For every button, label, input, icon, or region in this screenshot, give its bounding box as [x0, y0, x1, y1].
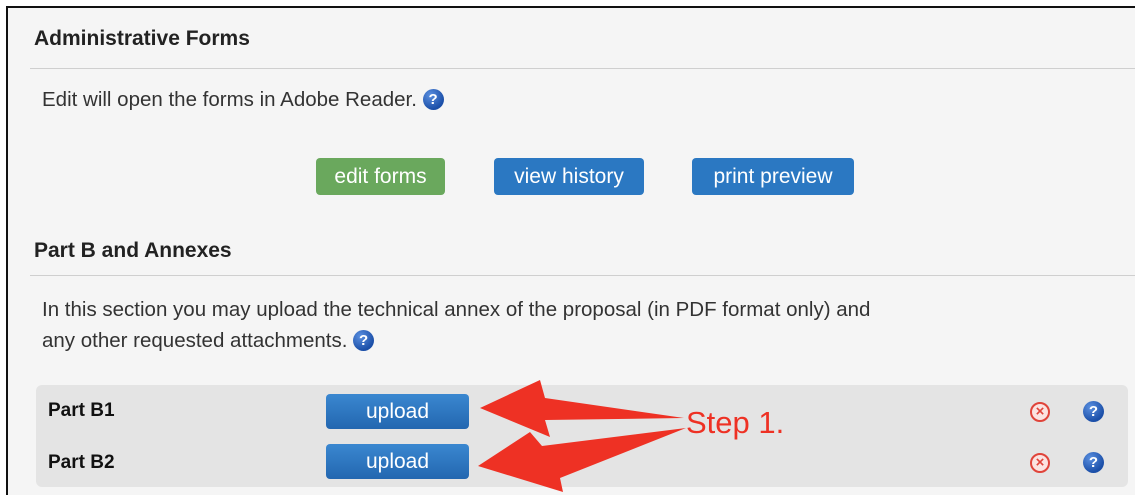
arrow-to-b1 — [480, 380, 684, 437]
step-arrows — [478, 380, 686, 492]
arrow-to-b2 — [478, 428, 686, 492]
step-annotation: Step 1. — [686, 405, 785, 440]
